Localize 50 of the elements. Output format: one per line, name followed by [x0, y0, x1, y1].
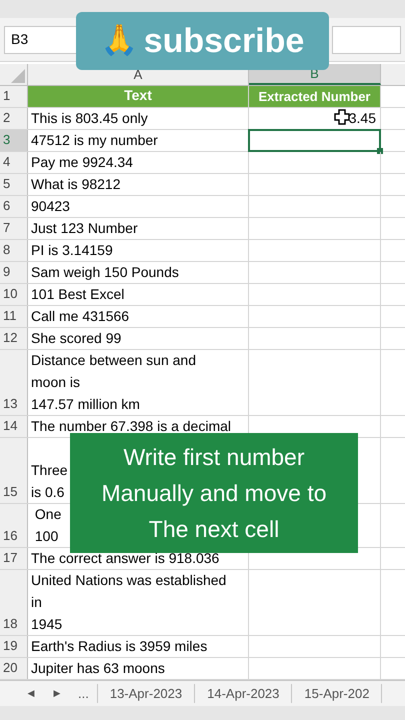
- table-cell: 47512 is my number: [28, 130, 249, 151]
- formula-field[interactable]: [332, 26, 401, 54]
- table-cell: Jupiter has 63 moons: [28, 658, 249, 679]
- row-number[interactable]: 14: [0, 416, 28, 437]
- select-all-icon[interactable]: [11, 69, 25, 83]
- header-cell: Text: [28, 86, 249, 107]
- row-number[interactable]: 6: [0, 196, 28, 217]
- row-number[interactable]: 19: [0, 636, 28, 657]
- table-cell: This is 803.45 only: [28, 108, 249, 129]
- row-number[interactable]: 17: [0, 548, 28, 569]
- row-number[interactable]: 2: [0, 108, 28, 129]
- table-cell: Sam weigh 150 Pounds: [28, 262, 249, 283]
- table-cell: United Nations was established in 1945: [28, 570, 249, 635]
- previous-sheet-button[interactable]: ◀: [18, 686, 44, 700]
- cursor-icon: [334, 109, 350, 125]
- row-number[interactable]: 5: [0, 174, 28, 195]
- table-cell: 90423: [28, 196, 249, 217]
- table-cell: Pay me 9924.34: [28, 152, 249, 173]
- row-number[interactable]: 16: [0, 504, 28, 547]
- row-number[interactable]: 3: [0, 130, 28, 151]
- next-sheet-button[interactable]: ▶: [44, 686, 70, 700]
- table-cell: What is 98212: [28, 174, 249, 195]
- row-number[interactable]: 10: [0, 284, 28, 305]
- table-cell-text: 3.45: [348, 109, 376, 128]
- row-number[interactable]: 12: [0, 328, 28, 349]
- sheet-tab[interactable]: 13-Apr-2023: [98, 684, 196, 704]
- table-cell: Just 123 Number: [28, 218, 249, 239]
- row-number[interactable]: 18: [0, 570, 28, 635]
- more-sheets-button[interactable]: ...: [70, 684, 98, 704]
- table-cell: Earth's Radius is 3959 miles: [28, 636, 249, 657]
- row-number[interactable]: 13: [0, 350, 28, 415]
- row-number[interactable]: 7: [0, 218, 28, 239]
- sheet-tab[interactable]: 14-Apr-2023: [195, 684, 292, 704]
- caption-toast: Write first number Manually and move to The next cell: [70, 433, 358, 553]
- table-cell: She scored 99: [28, 328, 249, 349]
- row-number[interactable]: 8: [0, 240, 28, 261]
- table-cell: PI is 3.14159: [28, 240, 249, 261]
- header-cell: Extracted Number: [249, 86, 381, 107]
- row-number[interactable]: 15: [0, 438, 28, 503]
- table-cell: 101 Best Excel: [28, 284, 249, 305]
- table-cell: Distance between sun and moon is 147.57 million km: [28, 350, 249, 415]
- row-number[interactable]: 1: [0, 86, 28, 107]
- sheet-tab[interactable]: 15-Apr-202: [292, 684, 382, 704]
- row-number[interactable]: 11: [0, 306, 28, 327]
- row-number[interactable]: 4: [0, 152, 28, 173]
- subscribe-label: subscribe: [144, 24, 304, 58]
- row-number[interactable]: 9: [0, 262, 28, 283]
- row-number[interactable]: 20: [0, 658, 28, 679]
- table-cell: Call me 431566: [28, 306, 249, 327]
- selected-cell[interactable]: [248, 129, 381, 152]
